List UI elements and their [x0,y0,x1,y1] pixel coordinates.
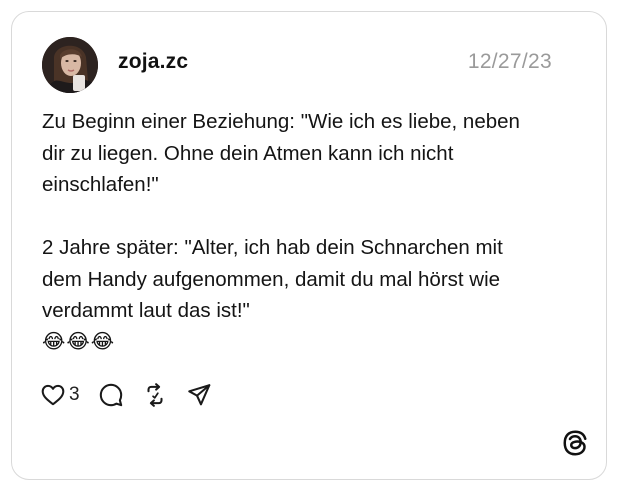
repost-button[interactable] [142,382,168,408]
heart-icon [41,384,65,406]
text-line: Zu Beginn einer Beziehung: "Wie ich es l… [42,110,520,133]
avatar-image [42,37,98,93]
like-button[interactable]: 3 [40,382,98,408]
text-line: dir zu liegen. Ohne dein Atmen kann ich … [42,141,454,165]
action-bar: 3 [40,380,212,410]
threads-logo-icon [560,428,590,458]
avatar[interactable] [42,37,98,93]
share-button[interactable] [186,382,212,408]
reply-button[interactable] [98,382,124,408]
post-text: Zu Beginn einer Beziehung: "Wie ich es l… [42,106,582,358]
comment-bubble-icon [99,383,122,407]
emoji-line: 😂😂😂 [42,330,116,353]
send-icon [187,384,210,406]
repost-icon [147,383,163,407]
text-line: einschlafen!" [42,173,159,196]
text-line: dem Handy aufgenommen, damit du mal hörs… [42,267,501,291]
text-line: 2 Jahre später: "Alter, ich hab dein Sch… [42,236,503,259]
text-line: verdammt laut das ist!" [42,299,250,322]
post-date: 12/27/23 [467,50,552,73]
like-count: 3 [69,384,80,405]
username[interactable]: zoja.zc [118,50,188,74]
post-card: zoja.zc 12/27/23 Zu Beginn einer Beziehu… [11,11,607,480]
